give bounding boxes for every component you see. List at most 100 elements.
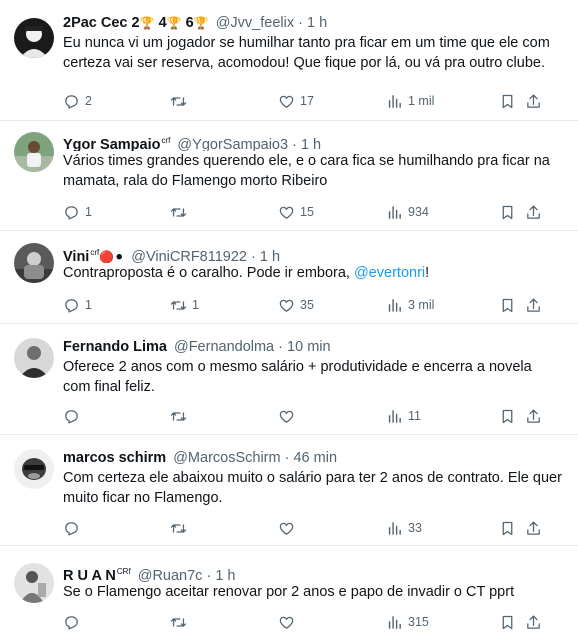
share-button[interactable]	[525, 202, 542, 222]
avatar[interactable]	[14, 18, 54, 58]
reply-button[interactable]	[63, 612, 85, 632]
display-name[interactable]: marcos schirm	[63, 450, 166, 466]
avatar[interactable]	[14, 563, 54, 603]
like-button[interactable]: 15	[278, 202, 314, 222]
separator: ·	[298, 15, 303, 31]
reply-count: 2	[85, 94, 92, 108]
timestamp[interactable]: 1 h	[260, 249, 280, 263]
timestamp[interactable]: 46 min	[293, 450, 337, 466]
handle[interactable]: @Ruan7c	[138, 568, 203, 582]
heart-icon	[279, 410, 294, 423]
display-name[interactable]: 2Pac Cec 2	[63, 15, 140, 31]
views-button[interactable]: 934	[386, 202, 429, 222]
timestamp[interactable]: 1 h	[307, 15, 327, 31]
retweet-button[interactable]	[170, 406, 192, 426]
handle[interactable]: @Jvv_feelix	[216, 15, 294, 31]
avatar[interactable]	[14, 338, 54, 378]
tweet[interactable]: marcos schirm @MarcosSchirm · 46 min Com…	[0, 435, 578, 546]
tweet-header: Vinicrf🔴⚫ @ViniCRF811922 · 1 h	[63, 243, 562, 263]
handle[interactable]: @Fernandolma	[174, 339, 274, 355]
like-count: 35	[300, 298, 314, 312]
avatar[interactable]	[14, 243, 54, 283]
tweet[interactable]: Vinicrf🔴⚫ @ViniCRF811922 · 1 h Contrapro…	[0, 231, 578, 324]
share-icon	[527, 204, 540, 219]
view-count: 3 mil	[408, 298, 435, 312]
tweet[interactable]: R U A NCRf @Ruan7c · 1 h Se o Flamengo a…	[0, 546, 578, 634]
retweet-button[interactable]	[170, 518, 192, 538]
reply-count: 1	[85, 298, 92, 312]
bookmark-button[interactable]	[499, 612, 516, 632]
view-count: 11	[408, 409, 421, 423]
bookmark-button[interactable]	[499, 518, 516, 538]
separator: ·	[292, 136, 297, 151]
bookmark-button[interactable]	[499, 406, 516, 426]
reply-button[interactable]	[63, 406, 85, 426]
avatar[interactable]	[14, 132, 54, 172]
like-count: 17	[300, 94, 314, 108]
reply-button[interactable]: 2	[63, 91, 92, 111]
bookmark-button[interactable]	[499, 295, 516, 315]
bookmark-icon	[502, 521, 513, 535]
views-button[interactable]: 1 mil	[386, 91, 434, 111]
share-button[interactable]	[525, 91, 542, 111]
heart-icon	[279, 95, 294, 108]
tweet[interactable]: Ygor Sampaiocrf @YgorSampaio3 · 1 h Vári…	[0, 121, 578, 231]
like-button[interactable]	[278, 612, 300, 632]
like-button[interactable]: 17	[278, 91, 314, 111]
timestamp[interactable]: 1 h	[215, 568, 235, 582]
like-count: 15	[300, 205, 314, 219]
bookmark-icon	[502, 615, 513, 629]
reply-icon	[65, 615, 78, 630]
heart-icon	[279, 299, 294, 312]
like-button[interactable]: 35	[278, 295, 314, 315]
handle[interactable]: @MarcosSchirm	[173, 450, 280, 466]
share-button[interactable]	[525, 612, 542, 632]
avatar[interactable]	[14, 449, 54, 489]
retweet-icon	[170, 96, 187, 106]
retweet-button[interactable]	[170, 612, 192, 632]
mention-link[interactable]: @evertonri	[354, 265, 425, 281]
retweet-button[interactable]: 1	[170, 295, 199, 315]
reply-button[interactable]	[63, 518, 85, 538]
bookmark-button[interactable]	[499, 202, 516, 222]
share-icon	[527, 297, 540, 312]
tweet[interactable]: Fernando Lima @Fernandolma · 10 min Ofer…	[0, 324, 578, 435]
bookmark-button[interactable]	[499, 91, 516, 111]
reply-icon	[65, 205, 78, 220]
display-name[interactable]: Fernando Lima	[63, 339, 167, 355]
views-button[interactable]: 33	[386, 518, 422, 538]
handle[interactable]: @YgorSampaio3	[177, 137, 288, 151]
view-count: 934	[408, 205, 429, 219]
retweet-icon	[170, 207, 187, 217]
retweet-button[interactable]	[170, 91, 192, 111]
reply-icon	[65, 298, 78, 313]
name-superscript: crf	[90, 248, 100, 257]
display-name[interactable]: Ygor Sampaio	[63, 137, 161, 151]
view-count: 315	[408, 615, 429, 629]
separator: ·	[284, 450, 290, 466]
retweet-button[interactable]	[170, 202, 192, 222]
like-button[interactable]	[278, 406, 300, 426]
views-button[interactable]: 315	[386, 612, 429, 632]
views-button[interactable]: 11	[386, 406, 421, 426]
tweet-text: Oferece 2 anos com o mesmo salário + pro…	[63, 359, 532, 395]
share-button[interactable]	[525, 406, 542, 426]
handle[interactable]: @ViniCRF811922	[131, 249, 247, 263]
like-button[interactable]	[278, 518, 300, 538]
reply-icon	[65, 409, 78, 424]
separator: ·	[251, 248, 256, 263]
display-name[interactable]: R U A N	[63, 568, 116, 582]
tweet-header: Fernando Lima @Fernandolma · 10 min	[63, 337, 562, 357]
timestamp[interactable]: 1 h	[301, 137, 321, 151]
reply-button[interactable]: 1	[63, 295, 92, 315]
reply-button[interactable]: 1	[63, 202, 92, 222]
share-button[interactable]	[525, 295, 542, 315]
tweet[interactable]: 2Pac Cec 2🏆 4🏆 6🏆 @Jvv_feelix · 1 h Eu n…	[0, 0, 578, 121]
views-icon	[388, 615, 401, 629]
views-button[interactable]: 3 mil	[386, 295, 434, 315]
timestamp[interactable]: 10 min	[287, 339, 331, 355]
share-button[interactable]	[525, 518, 542, 538]
circle-emoji-icon: 🔴⚫	[99, 249, 125, 263]
heart-icon	[279, 206, 294, 219]
display-name[interactable]: Vini	[63, 249, 89, 263]
